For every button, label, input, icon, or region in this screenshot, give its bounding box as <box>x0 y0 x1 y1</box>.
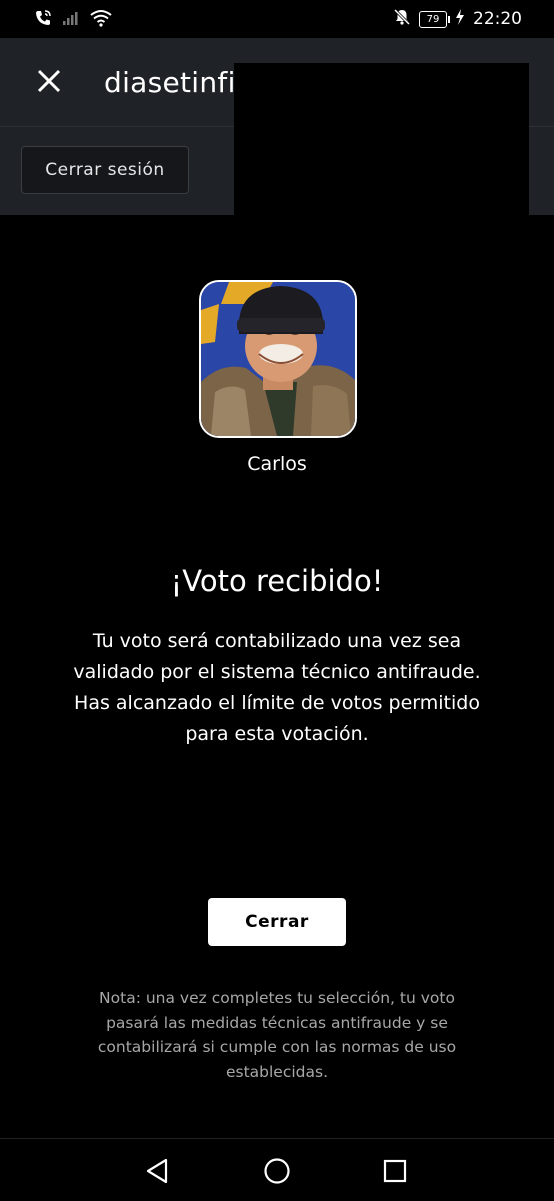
note-line: Nota: una vez completes tu selección, tu… <box>99 989 455 1007</box>
wifi-icon <box>90 9 112 31</box>
home-icon[interactable] <box>263 1157 291 1185</box>
redaction-box <box>234 63 529 215</box>
message-line: Tu voto será contabilizado una vez sea <box>92 630 462 652</box>
status-bar: 79 22:20 <box>0 0 554 38</box>
close-button[interactable]: Cerrar <box>208 898 346 946</box>
candidate-avatar <box>199 280 357 438</box>
note-line: establecidas. <box>225 1062 329 1081</box>
message-line: Has alcanzado el límite de votos permiti… <box>74 692 480 714</box>
charging-icon <box>455 9 465 29</box>
signal-icon <box>62 10 80 30</box>
confirmation-heading: ¡Voto recibido! <box>170 564 384 598</box>
message-line: para esta votación. <box>185 723 369 745</box>
antifraud-note: Nota: una vez completes tu selección, tu… <box>54 986 500 1084</box>
note-line: contabilizará si cumple con las normas d… <box>97 1038 457 1056</box>
logout-button[interactable]: Cerrar sesión <box>21 146 189 194</box>
page-title: diasetinfi <box>104 66 236 99</box>
status-time: 22:20 <box>473 9 522 29</box>
call-wifi-icon <box>34 9 52 31</box>
battery-icon: 79 <box>419 10 450 28</box>
mute-icon <box>393 8 411 30</box>
candidate-name: Carlos <box>247 453 307 475</box>
page-title-text: diasetinfi <box>104 66 236 99</box>
confirmation-message: Tu voto será contabilizado una vez sea v… <box>40 626 514 750</box>
note-line: pasará las medidas técnicas antifraude y… <box>106 1013 448 1032</box>
close-icon[interactable] <box>36 68 62 94</box>
message-line: validado por el sistema técnico antifrau… <box>73 661 481 683</box>
system-nav-bar <box>0 1138 554 1201</box>
recents-icon[interactable] <box>381 1157 409 1185</box>
avatar-photo <box>201 282 355 436</box>
back-icon[interactable] <box>144 1157 172 1185</box>
